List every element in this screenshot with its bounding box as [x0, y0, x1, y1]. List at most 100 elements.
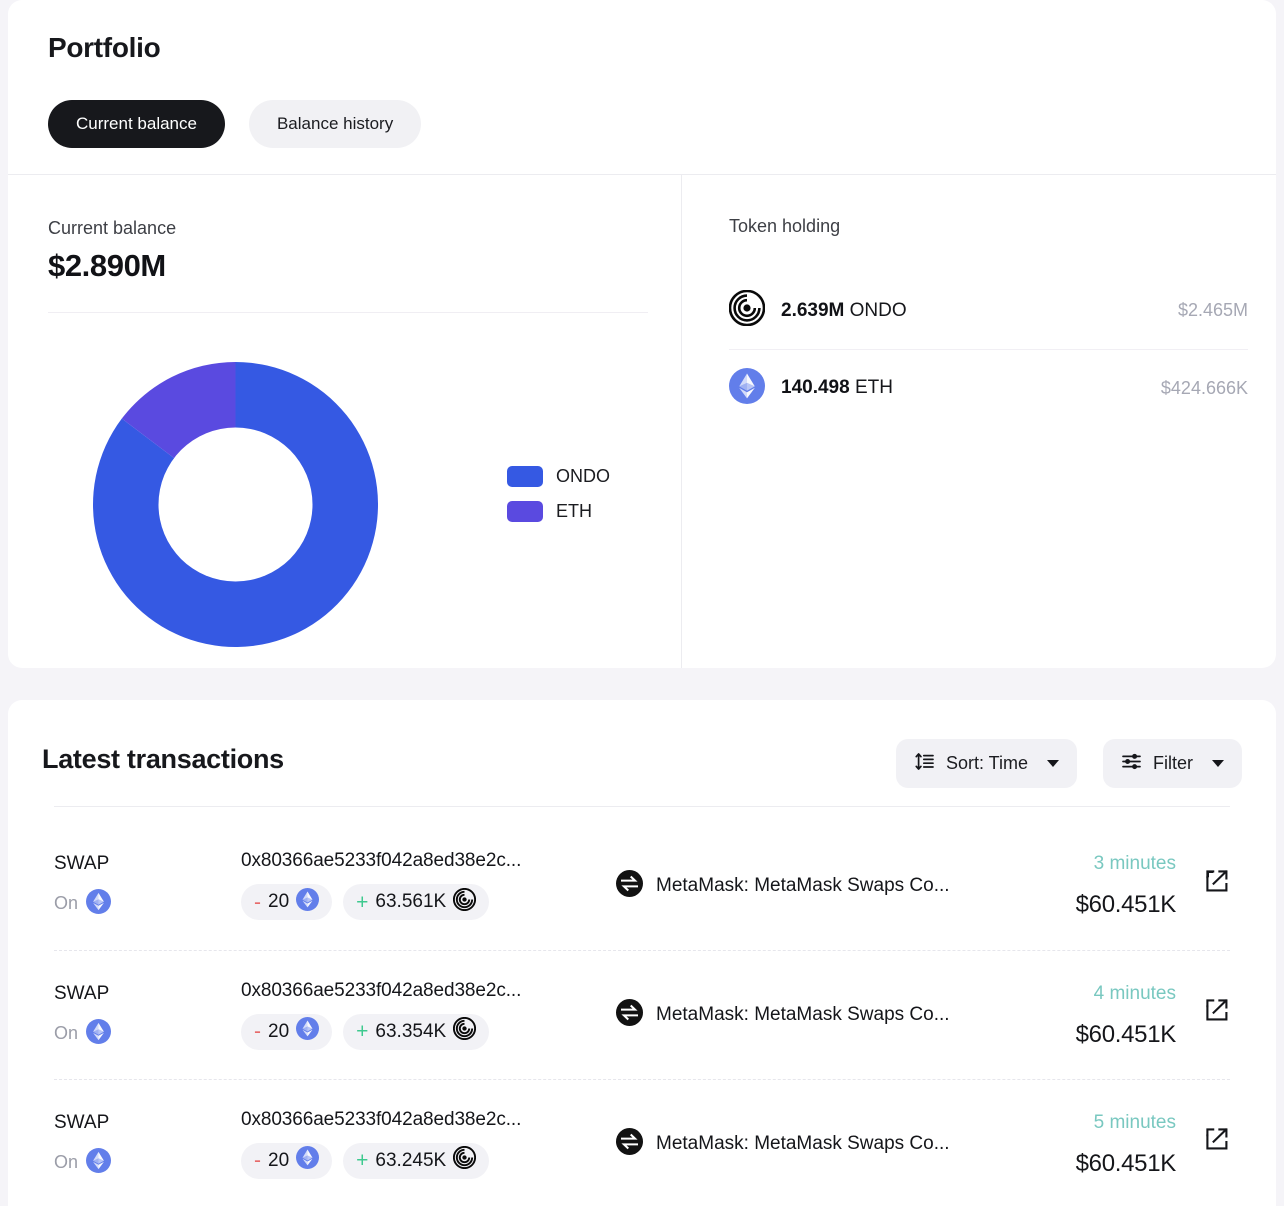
tx-hash-cell: 0x80366ae5233f042a8ed38e2c... - 20 + 63.… [241, 981, 616, 1050]
tx-hash[interactable]: 0x80366ae5233f042a8ed38e2c... [241, 851, 616, 870]
tx-out-chip: - 20 [241, 884, 333, 920]
table-row[interactable]: SWAP On 0x80366ae5233f042a8ed38e2c... - … [54, 1079, 1230, 1206]
portfolio-card: Portfolio Current balance Balance histor… [8, 0, 1276, 668]
tx-out-chip: - 20 [241, 1142, 333, 1179]
tx-counterparty-name[interactable]: MetaMask: MetaMask Swaps Co... [656, 1004, 950, 1026]
metamask-swap-icon [616, 869, 643, 902]
tx-type-cell: SWAP On [54, 854, 241, 917]
allocation-donut-chart [93, 362, 379, 647]
tx-out-amount: 20 [268, 1020, 290, 1042]
token-holding-list: 2.639M ONDO $2.465M 140.498 ETH $424.666… [728, 272, 1248, 426]
metamask-swap-icon [616, 1128, 643, 1160]
tx-chain-cell: On [54, 1147, 241, 1176]
tx-counterparty-name[interactable]: MetaMask: MetaMask Swaps Co... [656, 875, 950, 897]
donut-svg [93, 362, 379, 647]
latest-transactions-card: Latest transactions Sort: Time Filter SW… [8, 700, 1276, 1206]
eth-token-icon [296, 1017, 320, 1046]
ondo-token-icon [453, 1016, 477, 1046]
panel-divider [681, 175, 682, 668]
ondo-token-icon [453, 887, 477, 917]
tx-in-amount: 63.245K [375, 1149, 447, 1171]
token-symbol: ETH [854, 377, 893, 398]
tab-balance-history[interactable]: Balance history [248, 100, 422, 148]
legend-label-eth: ETH [556, 501, 592, 521]
tx-in-chip: + 63.245K [343, 1142, 490, 1179]
tab-current-balance[interactable]: Current balance [48, 100, 225, 148]
tx-in-amount: 63.354K [375, 1020, 447, 1042]
tx-timestamp: 5 minutes [1093, 1111, 1176, 1133]
current-balance-label: Current balance [48, 218, 177, 238]
eth-token-icon [296, 1146, 320, 1175]
tx-in-chip: + 63.561K [343, 884, 490, 920]
chevron-down-icon [1212, 760, 1224, 767]
eth-chain-icon [86, 889, 112, 917]
legend-swatch-eth [507, 501, 543, 522]
tx-in-amount: 63.561K [375, 891, 447, 912]
tx-counterparty-name[interactable]: MetaMask: MetaMask Swaps Co... [656, 1133, 950, 1155]
tx-hash-cell: 0x80366ae5233f042a8ed38e2c... - 20 + 63.… [241, 851, 616, 920]
legend-item-eth: ETH [507, 501, 610, 522]
filter-sliders-icon [1121, 751, 1142, 777]
tx-amount-chips: - 20 [241, 1142, 616, 1179]
tx-hash-cell: 0x80366ae5233f042a8ed38e2c... - 20 + 63.… [241, 1110, 616, 1179]
tx-out-sign: - [254, 1149, 261, 1172]
transactions-list: SWAP On 0x80366ae5233f042a8ed38e2c... - … [8, 821, 1276, 1206]
token-usd-value: $424.666K [1160, 377, 1248, 398]
tx-out-sign: - [254, 890, 261, 914]
tx-timestamp: 4 minutes [1093, 982, 1176, 1004]
current-balance-value: $2.890M [48, 248, 166, 283]
tx-hash[interactable]: 0x80366ae5233f042a8ed38e2c... [241, 1110, 616, 1129]
page-title: Portfolio [48, 32, 161, 63]
table-row[interactable]: SWAP On 0x80366ae5233f042a8ed38e2c... - … [54, 821, 1230, 950]
portfolio-page: Portfolio Current balance Balance histor… [0, 0, 1284, 1206]
sort-icon [914, 751, 935, 777]
tx-type-cell: SWAP On [54, 1113, 241, 1176]
tx-amount-chips: - 20 [241, 1013, 616, 1050]
tx-value-cell: 3 minutes $60.451K [1020, 854, 1230, 917]
token-usd-value: $2.465M [1177, 300, 1248, 320]
tx-counterparty-cell: MetaMask: MetaMask Swaps Co... [616, 869, 1020, 902]
sort-button-label: Sort: Time [945, 753, 1028, 773]
tx-chain-cell: On [54, 889, 241, 917]
table-row[interactable]: SWAP On 0x80366ae5233f042a8ed38e2c... - … [54, 950, 1230, 1079]
chevron-down-icon [1047, 760, 1059, 767]
tx-counterparty-cell: MetaMask: MetaMask Swaps Co... [616, 999, 1020, 1031]
tx-value-cell: 4 minutes $60.451K [1020, 984, 1230, 1047]
filter-button[interactable]: Filter [1103, 739, 1242, 788]
sort-button[interactable]: Sort: Time [895, 739, 1077, 788]
token-amount-value: 2.639M [781, 299, 845, 321]
tx-usd-amount: $60.451K [1075, 891, 1177, 918]
external-link-icon[interactable] [1204, 997, 1230, 1028]
tx-chain-cell: On [54, 1018, 241, 1047]
tx-on-label: On [54, 1151, 79, 1172]
eth-token-icon [296, 887, 320, 917]
header-divider [8, 174, 1276, 175]
donut-hole [158, 427, 313, 582]
tx-out-sign: - [254, 1020, 261, 1043]
latest-transactions-title: Latest transactions [42, 744, 284, 774]
donut-legend: ONDO ETH [507, 466, 610, 522]
eth-chain-icon [86, 1018, 112, 1047]
tx-in-chip: + 63.354K [343, 1013, 490, 1050]
tx-type-cell: SWAP On [54, 984, 241, 1047]
tx-value-cell: 5 minutes $60.451K [1020, 1113, 1230, 1176]
transactions-divider [54, 806, 1230, 807]
tx-out-chip: - 20 [241, 1013, 333, 1050]
external-link-icon[interactable] [1204, 868, 1230, 899]
token-row[interactable]: 140.498 ETH $424.666K [729, 349, 1248, 426]
transactions-toolbar: Sort: Time Filter [895, 739, 1242, 788]
tx-type-label: SWAP [54, 982, 110, 1004]
tx-usd-amount: $60.451K [1075, 1020, 1177, 1048]
tx-amount-chips: - 20 [241, 884, 616, 920]
tx-usd-amount: $60.451K [1075, 1149, 1177, 1177]
tx-on-label: On [54, 1022, 79, 1043]
filter-button-label: Filter [1153, 753, 1193, 773]
tx-in-sign: + [356, 890, 369, 914]
external-link-icon[interactable] [1204, 1126, 1230, 1157]
tx-on-label: On [54, 893, 79, 913]
metamask-swap-icon [616, 999, 643, 1031]
balance-rule [48, 312, 648, 313]
eth-token-icon [729, 367, 765, 409]
tx-hash[interactable]: 0x80366ae5233f042a8ed38e2c... [241, 981, 616, 1000]
token-row[interactable]: 2.639M ONDO $2.465M [728, 272, 1248, 349]
